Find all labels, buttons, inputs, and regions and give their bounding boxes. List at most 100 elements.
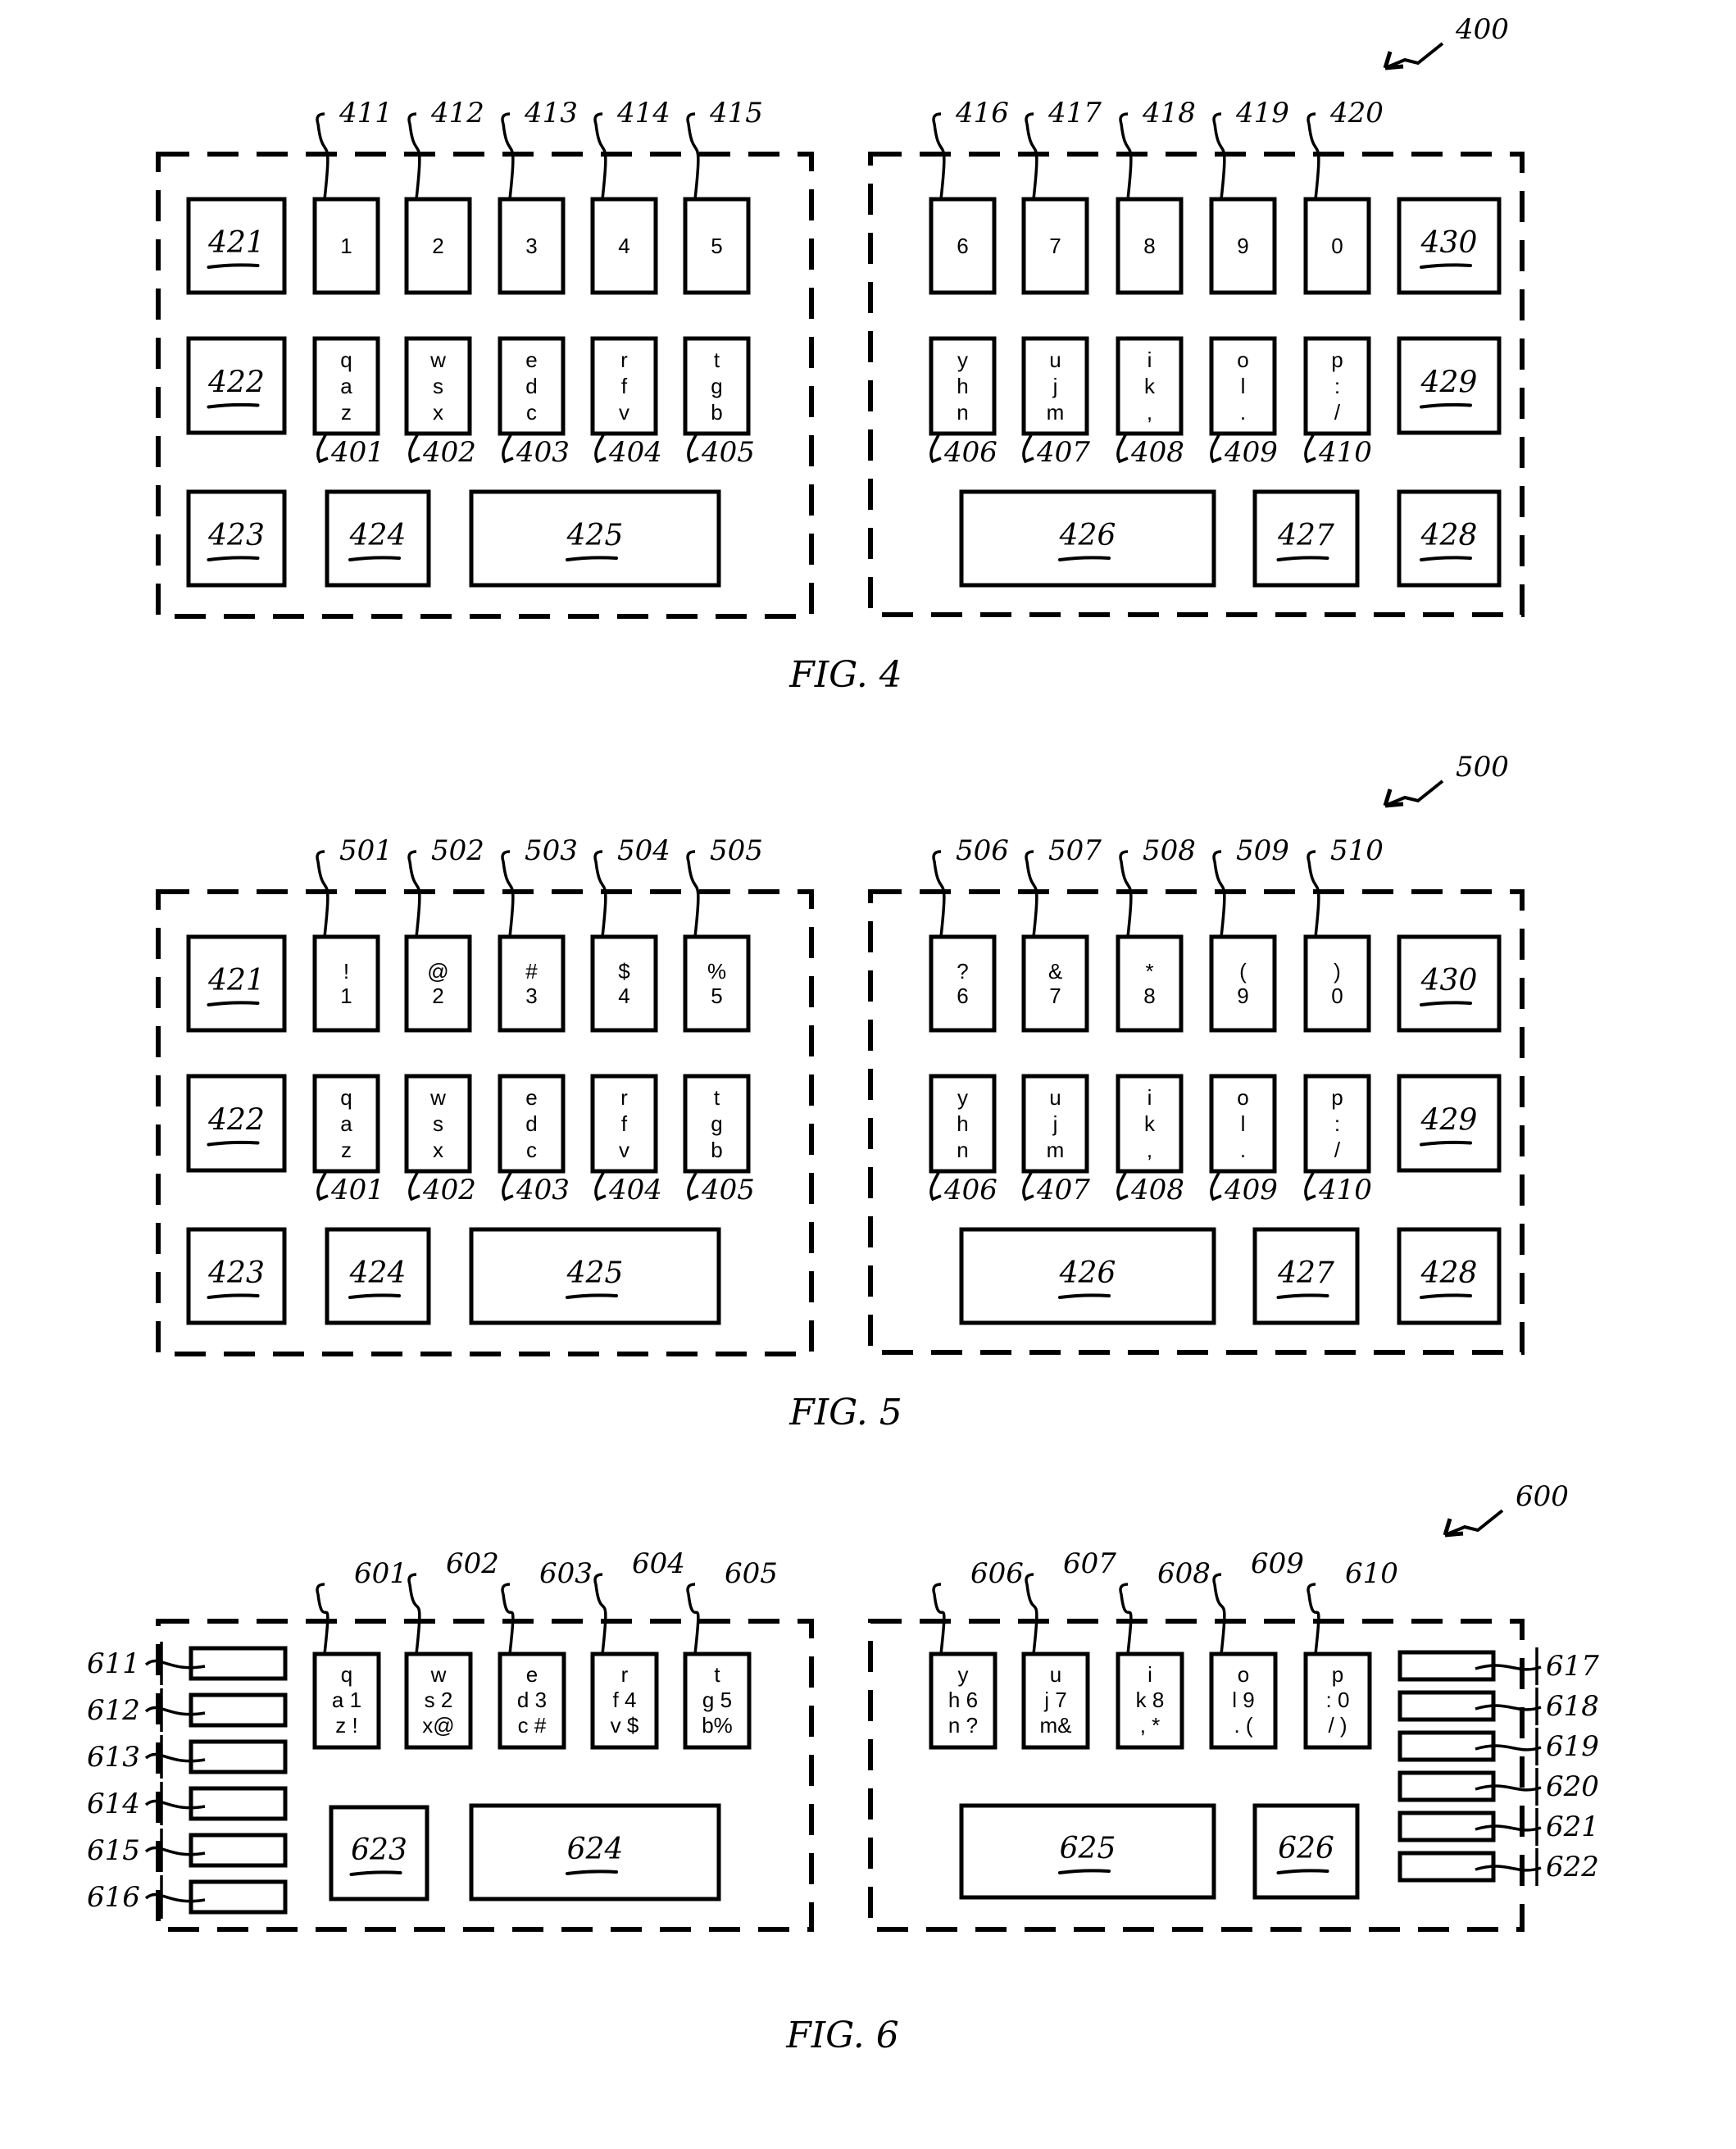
fig6-ref-top-left-3-leader-line (593, 1573, 607, 1655)
fig6-ref-label: 604 (632, 1547, 685, 1580)
fig5-key-char: ) (1334, 959, 1341, 984)
fig4-key-char: 3 (525, 234, 537, 258)
fig6-side-key-right-2[interactable] (1397, 1730, 1496, 1762)
fig4-key-char: h (957, 374, 968, 398)
fig5-ref-label: 405 (701, 1174, 755, 1206)
fig5-key-char: m (1047, 1138, 1065, 1162)
fig5-key-char: n (957, 1138, 968, 1162)
fig4-func-key-left-2-label: 423 (207, 519, 265, 552)
fig5-func-key-right-3-label: 427 (1277, 1256, 1334, 1290)
fig5-arrowhead-icon (1383, 788, 1404, 808)
fig6-side-ref-label: 614 (87, 1788, 140, 1820)
fig5-key-char: 9 (1237, 984, 1248, 1008)
fig6-side-key-left-1[interactable] (189, 1692, 288, 1728)
fig4-key-char: c (526, 400, 537, 425)
fig4-key-char: g (711, 374, 722, 398)
fig6-side-key-left-5[interactable] (189, 1879, 288, 1915)
fig5-ref-mid-right-4-leader-line (1304, 1170, 1316, 1202)
fig4-key-char: . (1240, 400, 1246, 425)
fig6-side-key-right-1[interactable] (1397, 1690, 1496, 1722)
fig6-side-ref-label: 619 (1546, 1730, 1599, 1763)
fig5-key-char: l (1241, 1111, 1246, 1136)
fig4-key-char: 9 (1237, 234, 1248, 258)
fig5-ref-mid-left-4-leader-line (687, 1170, 699, 1202)
fig6-key-char: p (1332, 1662, 1343, 1687)
fig4-key-char: : (1334, 374, 1340, 398)
fig4-func-key-right-1-label: 429 (1420, 366, 1478, 400)
fig5-ref-mid-left-2-leader-line (502, 1170, 514, 1202)
fig4-ref-label: 402 (422, 436, 476, 469)
fig5-ref-mid-left-3-leader-line (594, 1170, 607, 1202)
fig4-ref-mid-right-0-leader-line (929, 433, 942, 464)
fig5-key-char: 8 (1143, 984, 1155, 1008)
fig4-ref-mid-right-1-leader-line (1022, 433, 1034, 464)
fig5-ref-label: 508 (1143, 834, 1196, 867)
fig4-key-char: 8 (1143, 234, 1155, 258)
fig6-key-char: k 8 (1136, 1688, 1165, 1712)
fig4-key-char: u (1049, 348, 1061, 372)
fig6-side-ref-label: 616 (87, 1881, 140, 1914)
fig6-side-ref-label: 613 (87, 1741, 140, 1774)
fig5-key-char: 6 (957, 984, 968, 1008)
fig6-side-ref-label: 622 (1546, 1851, 1599, 1883)
fig5-key-char: h (957, 1111, 968, 1136)
fig4-key-char: r (620, 348, 628, 372)
fig4-key-char: e (525, 348, 537, 372)
fig6-side-key-left-4[interactable] (189, 1833, 288, 1868)
fig5-key-char: ( (1239, 959, 1247, 984)
fig5-ref-label: 402 (422, 1174, 476, 1206)
fig4-key-char: b (711, 400, 722, 425)
fig6-side-key-left-3[interactable] (189, 1786, 288, 1821)
fig6-key-char: u (1050, 1662, 1061, 1687)
fig4-ref-mid-right-2-leader-line (1116, 433, 1129, 464)
fig5-caption: FIG. 5 (788, 1392, 902, 1433)
fig6-key-char: d 3 (517, 1688, 547, 1712)
fig6-ref-label: 601 (354, 1557, 407, 1590)
fig5-ref-label: 401 (330, 1174, 384, 1206)
fig6-side-ref-label: 612 (87, 1694, 140, 1727)
fig5-key-char: , (1147, 1138, 1152, 1162)
fig6-key-char: s 2 (425, 1688, 453, 1712)
fig4-ref-label: 403 (516, 436, 570, 469)
fig5-key-char: & (1048, 959, 1062, 984)
fig4-ref-label: 420 (1329, 97, 1384, 129)
fig4-key-char: p (1331, 348, 1343, 372)
fig5-key-char: p (1331, 1085, 1343, 1110)
fig5-ref-label: 501 (339, 834, 393, 867)
fig6-side-key-right-0[interactable] (1397, 1650, 1496, 1682)
fig4-key-char: 5 (711, 234, 722, 258)
fig6-side-key-left-2[interactable] (189, 1739, 288, 1774)
fig6-side-key-right-4[interactable] (1397, 1811, 1496, 1842)
fig4-func-key-left-4-label: 425 (566, 519, 624, 552)
fig4-ref-label: 417 (1048, 97, 1102, 129)
fig6-func-key-left-1-label: 624 (567, 1833, 624, 1866)
fig5-key-char: o (1237, 1085, 1248, 1110)
fig5-key-char: d (525, 1111, 537, 1136)
fig6-side-key-right-5[interactable] (1397, 1851, 1496, 1883)
fig4-key-char: q (340, 348, 352, 372)
fig5-ref-mid-right-2-leader-line (1116, 1170, 1129, 1202)
fig4-key-char: k (1144, 374, 1156, 398)
fig6-key-char: j 7 (1043, 1688, 1066, 1712)
fig5-func-key-left-1-label: 422 (207, 1104, 265, 1138)
fig5-ref-label: 404 (608, 1174, 662, 1206)
fig4-key-char: j (1052, 374, 1058, 398)
fig5-key-char: y (957, 1085, 968, 1110)
fig6-func-key-left-0-label: 623 (351, 1833, 407, 1867)
fig4-key-char: t (714, 348, 720, 372)
fig4-ref-label: 410 (1318, 436, 1372, 469)
fig4-func-key-left-3-label: 424 (349, 519, 407, 552)
fig5-ref-label: 506 (956, 834, 1009, 867)
fig4-key-char: x (433, 400, 443, 425)
fig5-func-key-right-2-label: 426 (1059, 1256, 1116, 1290)
fig5-ref-mid-right-3-leader-line (1210, 1170, 1222, 1202)
fig4-ref-label: 401 (330, 436, 384, 469)
fig6-key-char: t (714, 1662, 720, 1687)
fig6-ref-label: 603 (539, 1557, 593, 1590)
fig4-key-char: s (433, 374, 443, 398)
fig6-caption: FIG. 6 (785, 2015, 898, 2056)
fig6-side-key-left-0[interactable] (189, 1646, 288, 1681)
fig6-side-key-right-3[interactable] (1397, 1770, 1496, 1802)
fig6-func-key-right-0-label: 625 (1060, 1832, 1116, 1865)
fig4-key-char: z (341, 400, 352, 425)
